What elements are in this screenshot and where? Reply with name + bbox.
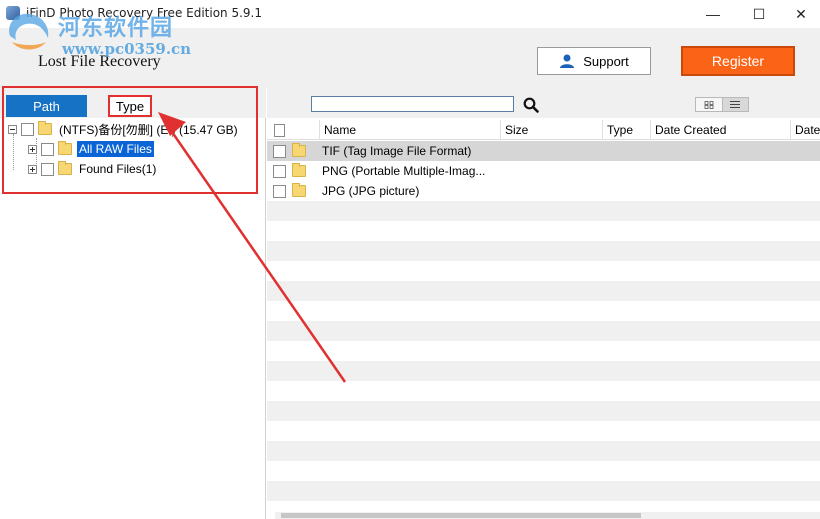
window-title: iFinD Photo Recovery Free Edition 5.9.1 bbox=[26, 6, 263, 20]
row-checkbox[interactable] bbox=[273, 184, 286, 198]
row-checkbox[interactable] bbox=[273, 144, 286, 158]
empty-row bbox=[267, 361, 820, 381]
search-icon[interactable] bbox=[523, 97, 539, 113]
column-header-name[interactable]: Name bbox=[319, 120, 500, 140]
right-panel: Name Size Type Date Created Date TIF (Ta… bbox=[267, 88, 820, 519]
empty-row bbox=[267, 321, 820, 341]
row-name: JPG (JPG picture) bbox=[322, 184, 420, 198]
list-icon bbox=[730, 101, 741, 108]
tab-type[interactable]: Type bbox=[108, 95, 152, 117]
close-button[interactable]: ✕ bbox=[782, 0, 820, 28]
title-bar: iFinD Photo Recovery Free Edition 5.9.1 … bbox=[0, 0, 820, 28]
expand-icon[interactable] bbox=[28, 164, 37, 174]
tree-item-checkbox[interactable] bbox=[41, 162, 54, 176]
support-button[interactable]: Support bbox=[537, 47, 651, 75]
select-all-cell bbox=[267, 120, 289, 140]
column-header-date[interactable]: Date bbox=[790, 120, 820, 140]
empty-row bbox=[267, 281, 820, 301]
register-button[interactable]: Register bbox=[681, 46, 795, 76]
empty-row bbox=[267, 481, 820, 501]
tree-item-found-files[interactable]: Found Files(1) bbox=[28, 159, 158, 179]
table-row[interactable]: TIF (Tag Image File Format) bbox=[267, 141, 820, 161]
folder-icon bbox=[292, 163, 306, 177]
scrollbar-thumb[interactable] bbox=[281, 513, 641, 518]
tab-bar: Path Type bbox=[0, 88, 266, 118]
tree-root-label: (NTFS)备份[勿删] (E:) (15.47 GB) bbox=[59, 122, 238, 137]
maximize-button[interactable]: ☐ bbox=[736, 0, 782, 28]
user-icon bbox=[560, 54, 575, 68]
column-header-type[interactable]: Type bbox=[602, 120, 650, 140]
folder-icon bbox=[292, 183, 306, 197]
select-all-checkbox[interactable] bbox=[274, 123, 285, 137]
tree-item-label: All RAW Files bbox=[77, 141, 154, 157]
app-icon bbox=[6, 6, 20, 20]
table-row[interactable]: JPG (JPG picture) bbox=[267, 181, 820, 201]
tree-item-label: Found Files(1) bbox=[79, 162, 157, 176]
horizontal-scrollbar[interactable] bbox=[275, 512, 820, 519]
header: Lost File Recovery Support Register bbox=[0, 28, 820, 88]
page-title: Lost File Recovery bbox=[38, 53, 161, 70]
row-checkbox[interactable] bbox=[273, 164, 286, 178]
expand-icon[interactable] bbox=[28, 144, 37, 154]
folder-icon bbox=[58, 141, 72, 155]
tree-item-root[interactable]: (NTFS)备份[勿删] (E:) (15.47 GB) bbox=[8, 119, 240, 139]
tree-item-all-raw-files[interactable]: All RAW Files bbox=[28, 139, 154, 159]
folder-icon bbox=[58, 161, 72, 175]
toolbar bbox=[267, 88, 820, 118]
empty-row bbox=[267, 201, 820, 221]
left-panel: Path Type (NTFS)备份[勿删] (E:) (15.47 GB) A… bbox=[0, 88, 266, 519]
column-header-size[interactable]: Size bbox=[500, 120, 602, 140]
tab-path[interactable]: Path bbox=[6, 95, 87, 117]
search-input[interactable] bbox=[311, 96, 514, 112]
collapse-icon[interactable] bbox=[8, 124, 17, 134]
tree-item-checkbox[interactable] bbox=[41, 142, 54, 156]
table-header: Name Size Type Date Created Date bbox=[267, 120, 820, 140]
table-row[interactable]: PNG (Portable Multiple-Imag... bbox=[267, 161, 820, 181]
list-view-button[interactable] bbox=[721, 98, 748, 111]
empty-row bbox=[267, 441, 820, 461]
grid-icon bbox=[704, 100, 714, 109]
row-name: PNG (Portable Multiple-Imag... bbox=[322, 164, 486, 178]
empty-row bbox=[267, 401, 820, 421]
row-name: TIF (Tag Image File Format) bbox=[322, 144, 472, 158]
view-toggle bbox=[695, 97, 749, 112]
empty-row bbox=[267, 241, 820, 261]
grid-view-button[interactable] bbox=[696, 98, 722, 111]
folder-icon bbox=[292, 143, 306, 157]
tree-root-checkbox[interactable] bbox=[21, 122, 34, 136]
folder-icon bbox=[38, 121, 52, 135]
minimize-button[interactable]: — bbox=[690, 0, 736, 28]
support-label: Support bbox=[583, 53, 629, 69]
column-header-date-created[interactable]: Date Created bbox=[650, 120, 790, 140]
